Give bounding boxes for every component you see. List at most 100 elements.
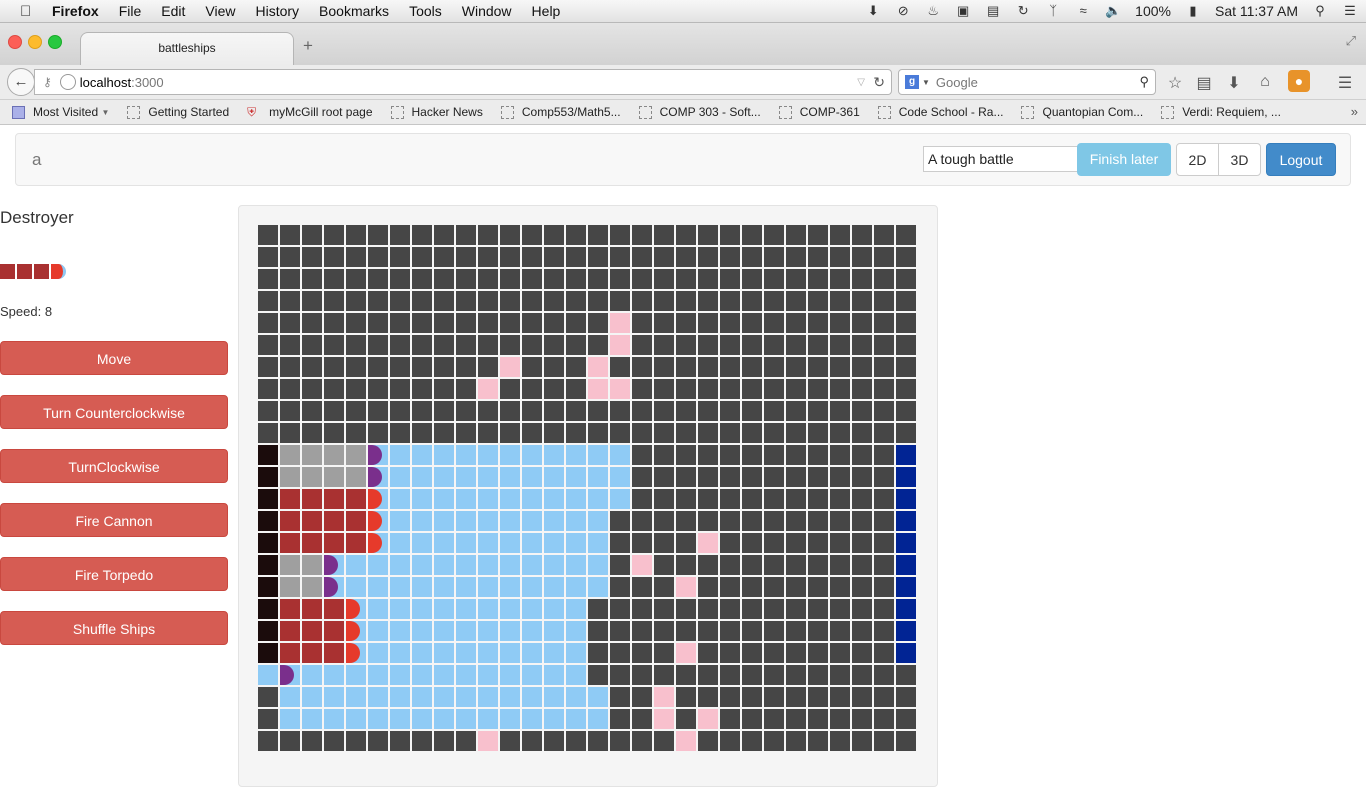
board-cell-water[interactable]: [412, 533, 432, 553]
board-cell-armor[interactable]: [324, 445, 344, 465]
board-cell-fog[interactable]: [720, 555, 740, 575]
board-cell-fog[interactable]: [852, 379, 872, 399]
board-cell-water[interactable]: [390, 489, 410, 509]
board-cell-ship-bow[interactable]: [368, 489, 388, 509]
board-cell-coral[interactable]: [896, 445, 916, 465]
board-cell-fog[interactable]: [808, 379, 828, 399]
board-cell-fog[interactable]: [786, 335, 806, 355]
board-cell-fog[interactable]: [302, 731, 322, 751]
board-cell-fog[interactable]: [786, 599, 806, 619]
board-cell-fog[interactable]: [588, 247, 608, 267]
board-cell-fog[interactable]: [610, 665, 630, 685]
board-cell-fog[interactable]: [346, 313, 366, 333]
board-cell-fog[interactable]: [390, 335, 410, 355]
board-cell-hit[interactable]: [588, 357, 608, 377]
board-cell-fog[interactable]: [764, 555, 784, 575]
board-cell-fog[interactable]: [874, 313, 894, 333]
tab-battleships[interactable]: battleships: [80, 32, 294, 66]
board-cell-water[interactable]: [412, 445, 432, 465]
board-cell-water[interactable]: [346, 687, 366, 707]
board-cell-fog[interactable]: [786, 225, 806, 245]
google-engine-icon[interactable]: g: [905, 75, 919, 89]
board-cell-fog[interactable]: [632, 489, 652, 509]
board-cell-fog[interactable]: [742, 335, 762, 355]
board-cell-fog[interactable]: [874, 247, 894, 267]
board-cell-water[interactable]: [566, 665, 586, 685]
board-cell-fog[interactable]: [324, 357, 344, 377]
board-cell-fog[interactable]: [654, 555, 674, 575]
board-cell-fog[interactable]: [830, 313, 850, 333]
board-cell-fog[interactable]: [698, 511, 718, 531]
board-cell-ship[interactable]: [324, 643, 344, 663]
board-cell-fog[interactable]: [544, 247, 564, 267]
board-cell-fog[interactable]: [874, 379, 894, 399]
notification-icon[interactable]: ♨: [925, 4, 941, 18]
board-cell-coral[interactable]: [896, 533, 916, 553]
board-cell-fog[interactable]: [742, 269, 762, 289]
board-cell-fog[interactable]: [698, 357, 718, 377]
board-cell-water[interactable]: [434, 621, 454, 641]
board-cell-water[interactable]: [412, 621, 432, 641]
board-cell-water[interactable]: [478, 445, 498, 465]
board-cell-fog[interactable]: [280, 247, 300, 267]
board-cell-water[interactable]: [412, 599, 432, 619]
board-cell-fog[interactable]: [676, 313, 696, 333]
board-cell-fog[interactable]: [434, 357, 454, 377]
board-cell-hit[interactable]: [478, 379, 498, 399]
board-cell-fog[interactable]: [676, 599, 696, 619]
board-cell-fog[interactable]: [368, 225, 388, 245]
board-cell-fog[interactable]: [434, 423, 454, 443]
board-cell-fog[interactable]: [808, 709, 828, 729]
board-cell-fog[interactable]: [742, 225, 762, 245]
board-cell-fog[interactable]: [808, 225, 828, 245]
board-cell-fog[interactable]: [896, 247, 916, 267]
board-cell-fog[interactable]: [764, 313, 784, 333]
board-cell-fog[interactable]: [808, 445, 828, 465]
board-cell-fog[interactable]: [390, 379, 410, 399]
board-cell-water[interactable]: [434, 489, 454, 509]
board-cell-fog[interactable]: [676, 621, 696, 641]
board-cell-fog[interactable]: [764, 291, 784, 311]
board-cell-water[interactable]: [566, 445, 586, 465]
board-cell-fog[interactable]: [874, 621, 894, 641]
board-cell-coral[interactable]: [896, 577, 916, 597]
board-cell-fog[interactable]: [852, 357, 872, 377]
board-cell-fog[interactable]: [368, 357, 388, 377]
board-cell-fog[interactable]: [610, 709, 630, 729]
board-cell-fog[interactable]: [676, 379, 696, 399]
board-cell-fog[interactable]: [698, 665, 718, 685]
board-cell-fog[interactable]: [654, 247, 674, 267]
menu-file[interactable]: File: [119, 3, 142, 19]
board-cell-fog[interactable]: [808, 467, 828, 487]
board-cell-fog[interactable]: [852, 555, 872, 575]
board-cell-fog[interactable]: [610, 599, 630, 619]
board-cell-water[interactable]: [258, 665, 278, 685]
board-cell-fog[interactable]: [566, 379, 586, 399]
board-cell-fog[interactable]: [676, 335, 696, 355]
board-cell-fog[interactable]: [610, 731, 630, 751]
board-cell-fog[interactable]: [258, 709, 278, 729]
board-cell-water[interactable]: [390, 687, 410, 707]
board-cell-fog[interactable]: [610, 291, 630, 311]
board-cell-fog[interactable]: [720, 445, 740, 465]
board-cell-fog[interactable]: [808, 313, 828, 333]
board-cell-fog[interactable]: [258, 225, 278, 245]
board-cell-fog[interactable]: [500, 379, 520, 399]
board-cell-fog[interactable]: [302, 379, 322, 399]
board-cell-armor[interactable]: [280, 445, 300, 465]
zoom-window-icon[interactable]: [48, 35, 62, 49]
board-cell-fog[interactable]: [346, 225, 366, 245]
board-cell-fog[interactable]: [346, 423, 366, 443]
board-cell-fog[interactable]: [258, 731, 278, 751]
board-cell-ship-bow[interactable]: [368, 511, 388, 531]
board-cell-water[interactable]: [456, 445, 476, 465]
view-3d-button[interactable]: 3D: [1218, 143, 1261, 176]
board-cell-fog[interactable]: [742, 599, 762, 619]
board-cell-fog[interactable]: [522, 731, 542, 751]
search-icon[interactable]: ⚲: [1139, 74, 1149, 90]
board-cell-fog[interactable]: [478, 313, 498, 333]
board-cell-fog[interactable]: [654, 665, 674, 685]
board-cell-water[interactable]: [500, 467, 520, 487]
board-cell-fog[interactable]: [456, 357, 476, 377]
board-cell-water[interactable]: [588, 533, 608, 553]
